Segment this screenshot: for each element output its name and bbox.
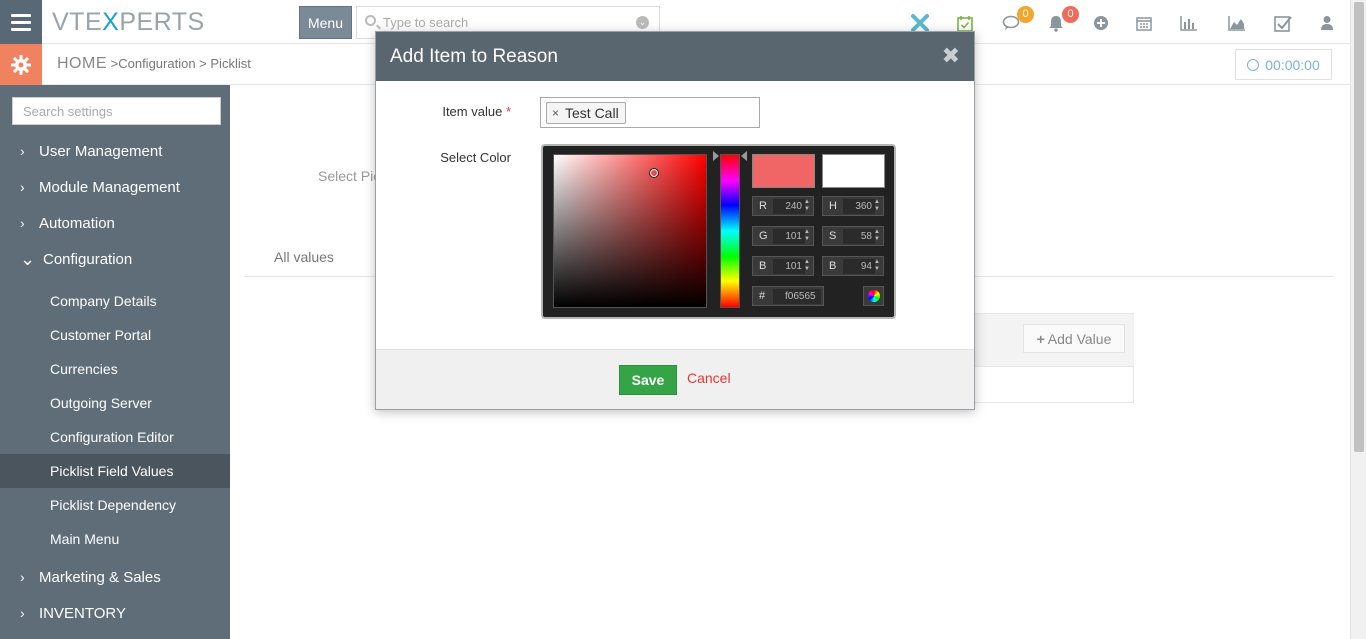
hex-field[interactable]: # f06565	[752, 286, 824, 306]
breadcrumb: HOME >Configuration > Picklist	[57, 55, 251, 73]
remove-tag-icon[interactable]: ×	[552, 103, 559, 123]
breadcrumb-configuration[interactable]: Configuration	[118, 56, 195, 71]
settings-gear-icon[interactable]	[0, 44, 42, 85]
hue-slider-arrow-right[interactable]	[741, 151, 747, 161]
settings-search-input[interactable]: Search settings	[12, 97, 221, 125]
sidebar-subitem-picklist-dependency[interactable]: Picklist Dependency	[0, 488, 230, 522]
settings-sidebar: Search settings › User Management › Modu…	[0, 85, 230, 639]
spinner-icon: ▲ ▼	[874, 229, 880, 242]
blue-field[interactable]: B 101 ▲ ▼	[752, 256, 814, 276]
spinner-icon: ▲ ▼	[804, 229, 810, 242]
saturation-field[interactable]: S 58 ▲ ▼	[822, 226, 884, 246]
tab-all-values[interactable]: All values	[274, 249, 334, 265]
hue-slider-arrow-left[interactable]	[713, 151, 719, 161]
notifications-count-badge: 0	[1062, 6, 1079, 23]
tasks-checkbox-icon[interactable]	[1272, 12, 1294, 34]
add-value-button[interactable]: + Add Value	[1023, 324, 1125, 353]
chat-icon[interactable]: 0	[1000, 6, 1034, 34]
clock-icon	[1247, 58, 1260, 71]
modal-header: Add Item to Reason ✖	[376, 32, 974, 81]
cancel-link[interactable]: Cancel	[687, 370, 731, 386]
select-picklist-label: Select Pic	[318, 168, 381, 184]
close-icon[interactable]: ✖	[942, 43, 960, 69]
reports-bar-chart-icon[interactable]	[1178, 12, 1200, 34]
plus-icon: +	[1036, 330, 1045, 347]
spinner-icon: ▲ ▼	[874, 259, 880, 272]
modal-footer: Save Cancel	[376, 349, 974, 409]
item-value-tag-input[interactable]: × Test Call	[540, 97, 760, 128]
scrollbar-thumb[interactable]	[1354, 2, 1364, 452]
brightness-field[interactable]: B 94 ▲ ▼	[822, 256, 884, 276]
timer-value: 00:00:00	[1265, 56, 1320, 73]
item-value-label: Item value *	[442, 104, 511, 119]
spinner-icon: ▲ ▼	[804, 199, 810, 212]
new-color-swatch	[752, 154, 815, 188]
hamburger-menu-icon[interactable]	[0, 0, 42, 44]
calendar-icon[interactable]	[1133, 12, 1155, 34]
values-panel: + Add Value	[974, 313, 1134, 403]
hue-field[interactable]: H 360 ▲ ▼	[822, 196, 884, 216]
notifications-bell-icon[interactable]: 0	[1045, 6, 1079, 34]
chat-count-badge: 0	[1017, 6, 1034, 23]
saturation-brightness-field[interactable]	[553, 154, 707, 308]
current-color-swatch[interactable]	[822, 154, 885, 188]
chevron-right-icon: ›	[20, 215, 25, 231]
chevron-right-icon: ›	[20, 569, 25, 585]
item-value-tag: × Test Call	[546, 102, 626, 124]
color-wheel-icon[interactable]	[863, 286, 884, 306]
red-field[interactable]: R 240 ▲ ▼	[752, 196, 814, 216]
sidebar-subitem-currencies[interactable]: Currencies	[0, 352, 230, 386]
required-marker: *	[505, 104, 511, 119]
green-field[interactable]: G 101 ▲ ▼	[752, 226, 814, 246]
menu-button[interactable]: Menu	[299, 6, 352, 39]
chevron-down-icon: ⌄	[20, 249, 36, 269]
select-color-label: Select Color	[440, 150, 511, 165]
breadcrumb-home[interactable]: HOME	[57, 55, 107, 72]
add-item-modal: Add Item to Reason ✖ Item value * × Test…	[375, 31, 975, 410]
breadcrumb-separator: >	[199, 56, 207, 71]
chevron-right-icon: ›	[20, 143, 25, 159]
sidebar-subitem-company-details[interactable]: Company Details	[0, 284, 230, 318]
spinner-icon: ▲ ▼	[804, 259, 810, 272]
page-scrollbar[interactable]	[1350, 0, 1366, 639]
color-selector-cursor[interactable]	[649, 168, 659, 178]
area-chart-icon[interactable]	[1226, 12, 1248, 34]
save-button[interactable]: Save	[619, 365, 677, 395]
breadcrumb-picklist[interactable]: Picklist	[210, 56, 250, 71]
color-picker: R 240 ▲ ▼ G 101 ▲ ▼ B 101 ▲ ▼ H 360 ▲ ▼ S 58 ▲ ▼ B 94 ▲ ▼ …	[541, 144, 896, 319]
sidebar-subitem-picklist-field-values[interactable]: Picklist Field Values	[0, 454, 230, 488]
user-profile-icon[interactable]	[1316, 12, 1338, 34]
search-icon	[365, 15, 376, 26]
sidebar-subitem-main-menu[interactable]: Main Menu	[0, 522, 230, 556]
chevron-down-icon[interactable]: ⌄	[636, 16, 649, 29]
add-plus-circle-icon[interactable]	[1090, 12, 1112, 34]
sidebar-subitem-customer-portal[interactable]: Customer Portal	[0, 318, 230, 352]
app-logo[interactable]: VTEXPERTS	[52, 8, 205, 37]
sidebar-subitem-outgoing-server[interactable]: Outgoing Server	[0, 386, 230, 420]
search-placeholder: Type to search	[383, 15, 469, 30]
hue-slider[interactable]	[720, 154, 740, 308]
chevron-right-icon: ›	[20, 605, 25, 621]
sidebar-subitem-configuration-editor[interactable]: Configuration Editor	[0, 420, 230, 454]
spinner-icon: ▲ ▼	[874, 199, 880, 212]
modal-title: Add Item to Reason	[390, 46, 558, 67]
timer-button[interactable]: 00:00:00	[1235, 49, 1332, 80]
values-panel-header: + Add Value	[975, 314, 1134, 367]
chevron-right-icon: ›	[20, 179, 25, 195]
